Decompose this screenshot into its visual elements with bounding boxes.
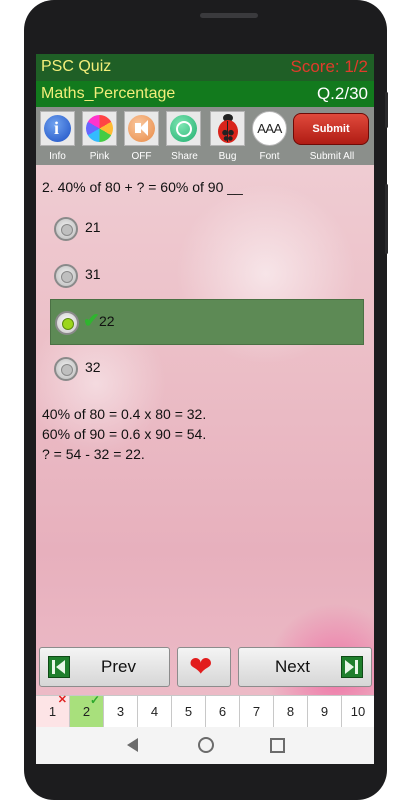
bug-report-button[interactable]: Bug (208, 109, 247, 163)
submit-all-control: Submit Submit All (292, 109, 372, 163)
page-9[interactable]: 9 (308, 696, 342, 728)
option-text: 21 (85, 219, 101, 235)
heart-icon: ❤ (189, 651, 213, 682)
font-label: Font (259, 151, 280, 162)
share-label: Share (171, 151, 198, 162)
option-4[interactable]: 32 (50, 346, 362, 390)
prev-label: Prev (101, 657, 136, 676)
correct-mark-icon: ✓ (89, 693, 100, 707)
back-icon[interactable] (127, 738, 138, 752)
question-text: 2. 40% of 80 + ? = 60% of 90 __ (42, 179, 243, 195)
next-arrow-icon (341, 656, 363, 678)
page-8[interactable]: 8 (274, 696, 308, 728)
explanation-line: 60% of 90 = 0.6 x 90 = 54. (42, 426, 207, 442)
recents-icon[interactable] (270, 738, 285, 753)
score-display: Score: 1/2 (290, 57, 369, 76)
wrong-mark-icon: ✕ (57, 694, 67, 706)
color-palette-icon (82, 111, 117, 146)
font-size-icon: AAA (252, 111, 287, 146)
page-4[interactable]: 4 (138, 696, 172, 728)
radio-button[interactable] (54, 264, 78, 288)
share-button[interactable]: Share (164, 109, 205, 163)
toolbar: i Info Pink OFF Share Bug AAA Font Submi… (36, 107, 374, 165)
app-screen: PSC Quiz Score: 1/2 Maths_Percentage Q.2… (36, 54, 374, 764)
home-icon[interactable] (198, 737, 214, 753)
title-bar: PSC Quiz Score: 1/2 (36, 54, 374, 81)
option-text: 31 (85, 266, 101, 282)
page-3[interactable]: 3 (104, 696, 138, 728)
ladybug-icon (210, 111, 245, 146)
font-glyph: AAA (257, 121, 282, 136)
info-button[interactable]: i Info (38, 109, 77, 163)
option-2[interactable]: 31 (50, 253, 362, 297)
page-7[interactable]: 7 (240, 696, 274, 728)
submit-all-label: Submit All (309, 151, 355, 162)
favorite-button[interactable]: ❤ (177, 647, 231, 687)
question-pager: 1 ✕ 2 ✓ 3 4 5 6 7 8 9 10 (36, 693, 374, 728)
earpiece (200, 13, 258, 18)
page-10[interactable]: 10 (342, 696, 374, 728)
bug-label: Bug (218, 151, 237, 162)
info-icon: i (40, 111, 75, 146)
subject-bar: Maths_Percentage Q.2/30 (36, 81, 374, 107)
radio-button-checked[interactable] (55, 311, 79, 335)
radio-button[interactable] (54, 357, 78, 381)
page-2[interactable]: 2 ✓ (70, 693, 104, 728)
info-label: Info (49, 151, 66, 162)
prev-button[interactable]: Prev (39, 647, 170, 687)
volume-button (385, 92, 388, 128)
question-counter: Q.2/30 (316, 84, 368, 103)
option-3-selected[interactable]: ✔ 22 (50, 299, 364, 345)
radio-button[interactable] (54, 217, 78, 241)
option-text: 32 (85, 359, 101, 375)
system-nav-bar (36, 727, 374, 764)
next-label: Next (275, 657, 310, 676)
prev-arrow-icon (48, 656, 70, 678)
speaker-icon (124, 111, 159, 146)
submit-button[interactable]: Submit (293, 113, 369, 145)
theme-label: Pink (89, 151, 110, 162)
explanation-line: 40% of 80 = 0.4 x 80 = 32. (42, 406, 207, 422)
option-text: 22 (99, 313, 115, 329)
font-size-button[interactable]: AAA Font (250, 109, 289, 163)
next-button[interactable]: Next (238, 647, 372, 687)
page-6[interactable]: 6 (206, 696, 240, 728)
app-title: PSC Quiz (41, 58, 112, 75)
page-1[interactable]: 1 ✕ (36, 694, 70, 728)
page-5[interactable]: 5 (172, 696, 206, 728)
sound-button[interactable]: OFF (122, 109, 161, 163)
theme-button[interactable]: Pink (80, 109, 119, 163)
option-1[interactable]: 21 (50, 206, 362, 250)
correct-checkmark-icon: ✔ (83, 310, 100, 332)
whatsapp-icon (166, 111, 201, 146)
power-button (385, 184, 388, 254)
explanation-line: ? = 54 - 32 = 22. (42, 446, 145, 462)
sound-label: OFF (131, 151, 152, 162)
subject-title: Maths_Percentage (41, 85, 176, 102)
